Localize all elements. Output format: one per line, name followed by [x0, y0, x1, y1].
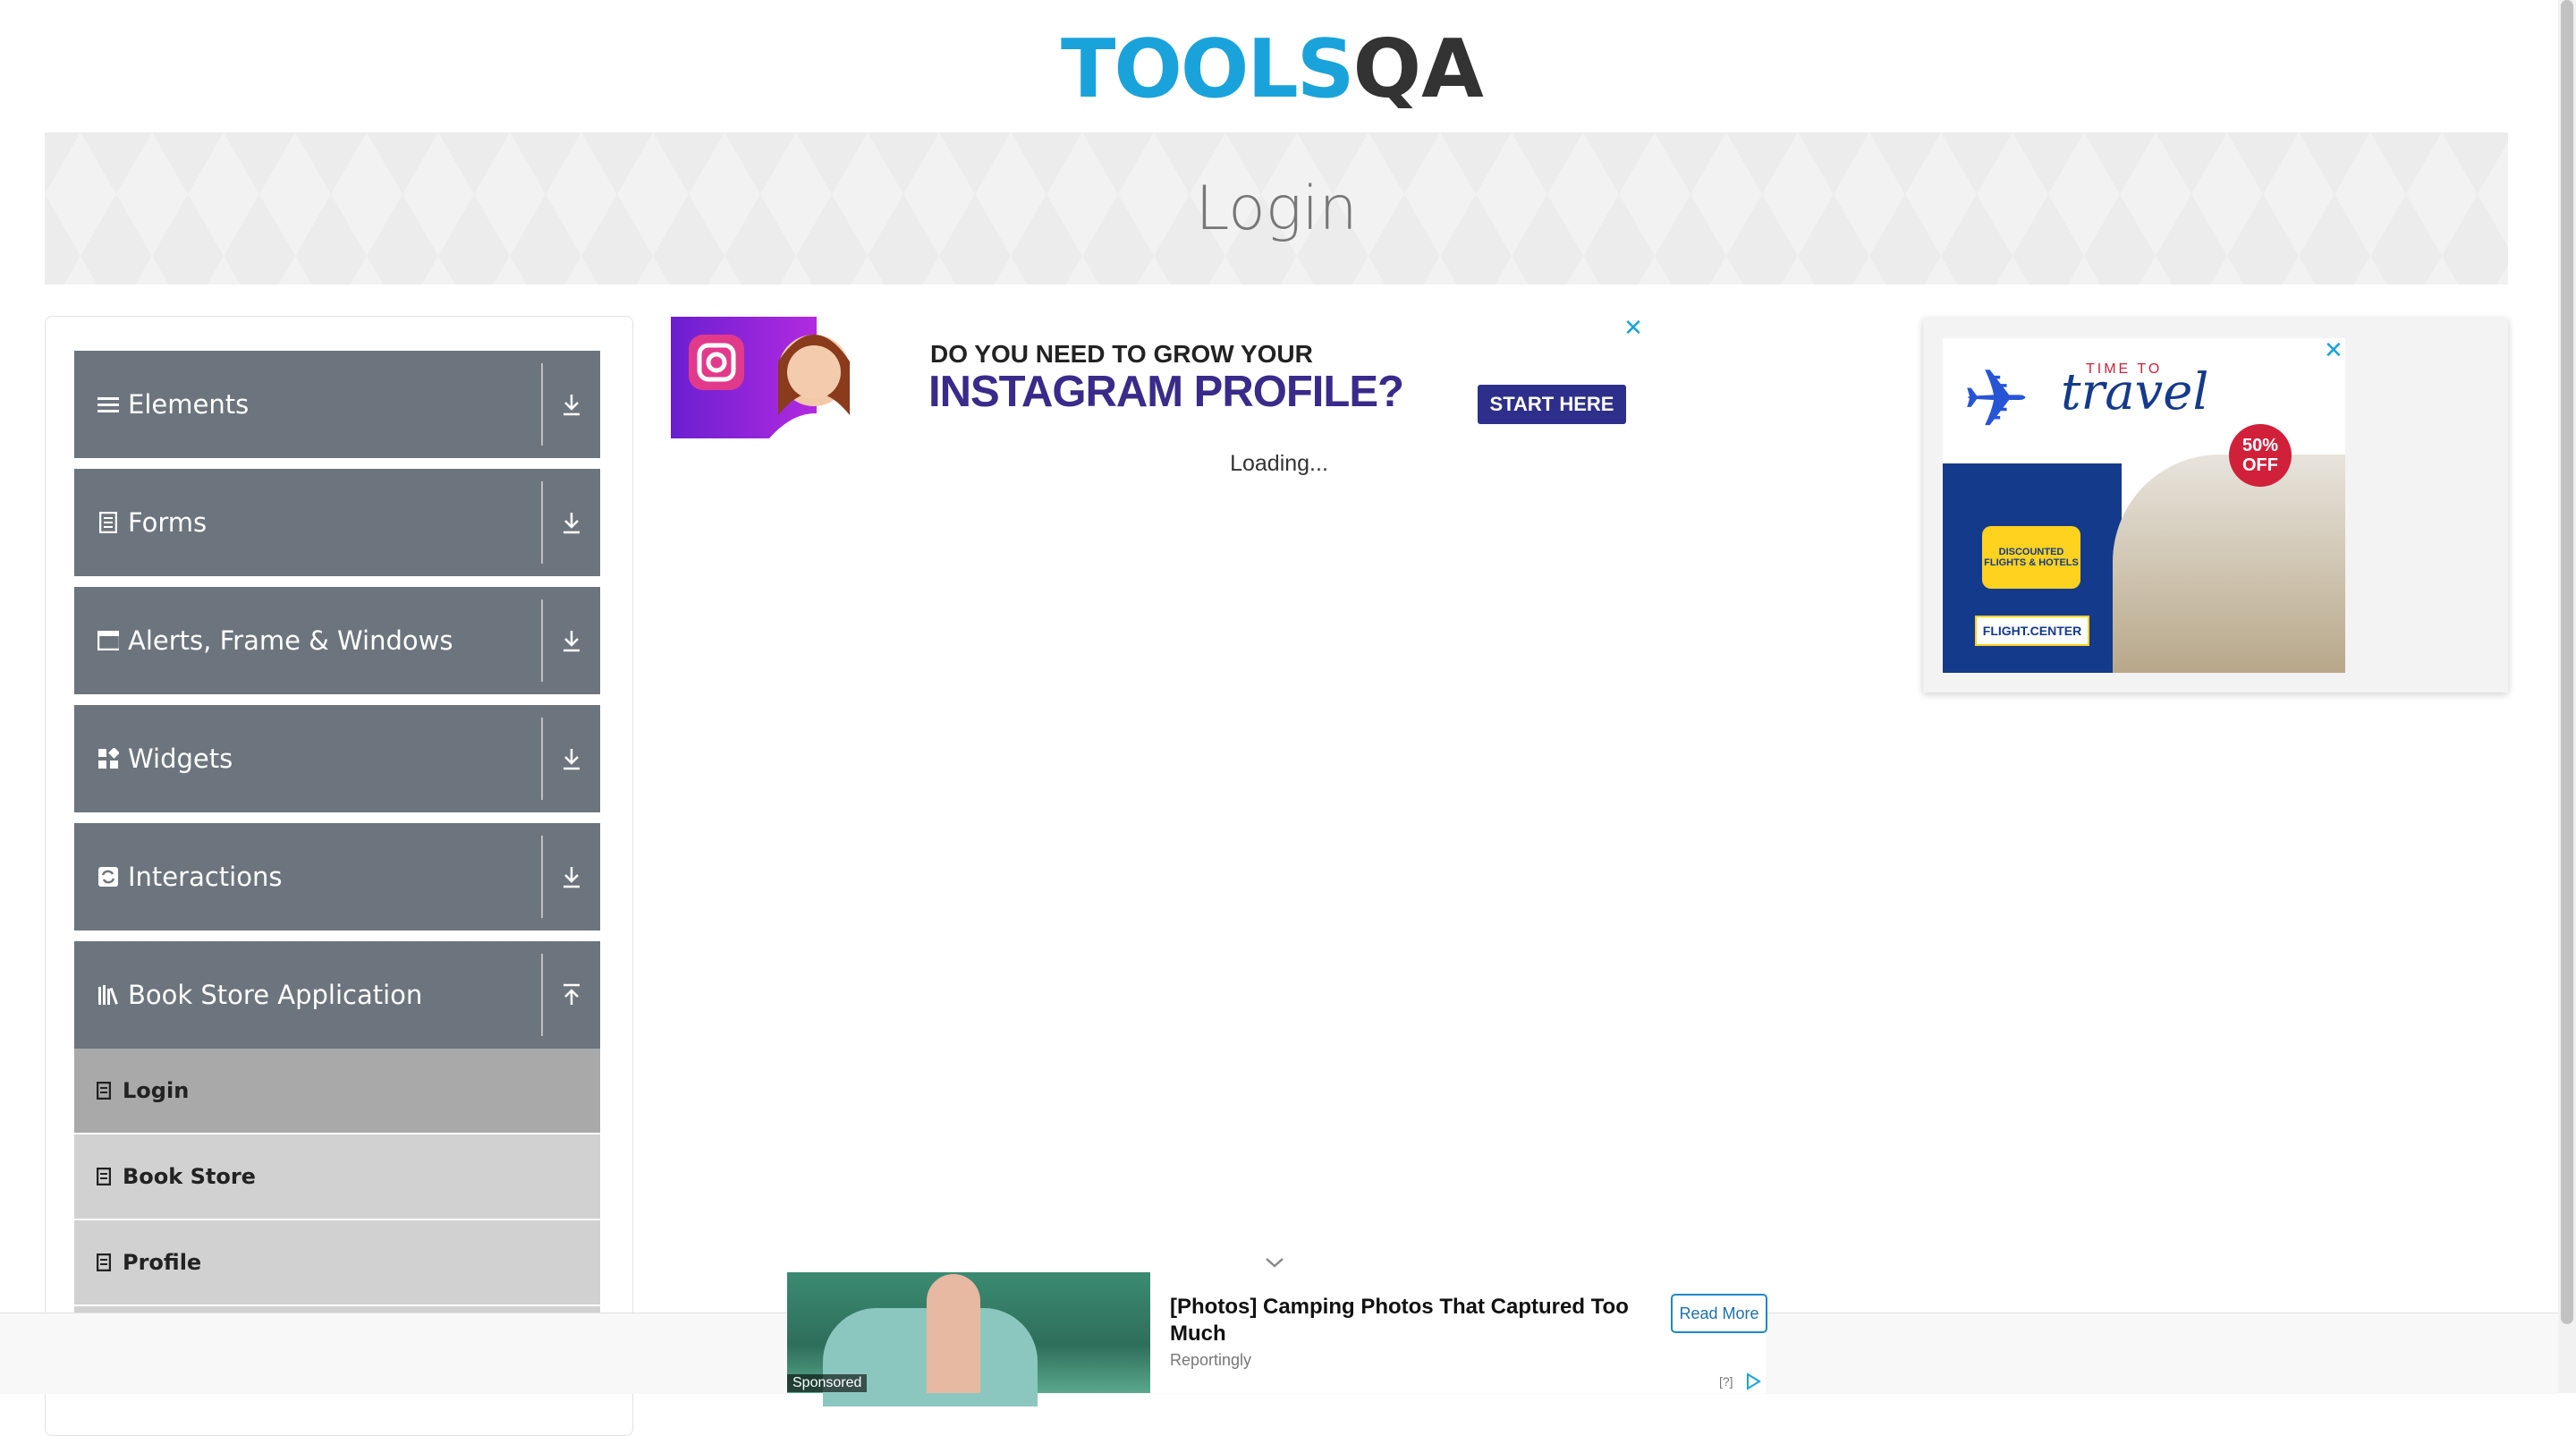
person-shape — [927, 1274, 980, 1393]
discount-badge: 50% OFF — [2229, 424, 2292, 487]
scrollbar-thumb[interactable] — [2561, 0, 2573, 1324]
divider — [541, 481, 543, 564]
ad-card: ✈ TIME TO travel 50% OFF DISCOUNTED FLIG… — [1943, 338, 2345, 673]
vertical-scrollbar[interactable] — [2558, 0, 2576, 1393]
sponsored-ad[interactable]: Sponsored [Photos] Camping Photos That C… — [787, 1272, 1767, 1406]
widgets-icon — [97, 748, 119, 769]
travel-ad[interactable]: ✈ TIME TO travel 50% OFF DISCOUNTED FLIG… — [1923, 319, 2508, 693]
ad-photo — [2113, 455, 2345, 673]
ad-subheadline: INSTAGRAM PROFILE? — [928, 368, 1404, 416]
interactions-icon — [97, 866, 119, 888]
sidebar-group-label: Forms — [128, 507, 208, 538]
divider — [541, 363, 543, 446]
sidebar-item-label: Profile — [123, 1250, 202, 1275]
divider — [541, 599, 543, 682]
sidebar-item-label: Book Store — [123, 1164, 256, 1189]
sidebar-item-label: Login — [123, 1078, 190, 1103]
menu-icon — [97, 394, 119, 415]
ad-headline[interactable]: [Photos] Camping Photos That Captured To… — [1170, 1294, 1635, 1347]
airplane-icon: ✈ — [1962, 355, 2030, 445]
sponsored-label: Sponsored — [787, 1374, 868, 1392]
expand-arrow-icon[interactable] — [555, 861, 588, 893]
sidebar-group-label: Interactions — [128, 862, 283, 892]
divider — [541, 718, 543, 800]
collapse-arrow-icon[interactable] — [555, 979, 588, 1011]
expand-arrow-icon[interactable] — [555, 743, 588, 775]
sidebar-group-label: Book Store Application — [128, 980, 423, 1010]
window-icon — [97, 630, 119, 651]
expand-arrow-icon[interactable] — [555, 388, 588, 421]
ad-image — [671, 317, 914, 438]
sidebar-group-label: Widgets — [128, 743, 233, 774]
sidebar-item-login[interactable]: Login — [74, 1049, 600, 1133]
book-icon — [94, 1081, 114, 1100]
close-icon[interactable]: ✕ — [2324, 336, 2343, 364]
sidebar-group-elements[interactable]: Elements — [74, 351, 600, 458]
toolsqa-logo[interactable]: TOOLS QA — [1061, 20, 1496, 120]
ad-start-here-button[interactable]: START HERE — [1478, 385, 1626, 424]
book-icon — [94, 1253, 114, 1272]
ad-callout: DISCOUNTED FLIGHTS & HOTELS — [1982, 526, 2080, 589]
page-title: Login — [1195, 173, 1358, 244]
sidebar-group-book-store-application[interactable]: Book Store Application — [74, 941, 600, 1049]
books-icon — [97, 984, 119, 1006]
sidebar-group-alerts-frame-windows[interactable]: Alerts, Frame & Windows — [74, 587, 600, 694]
expand-arrow-icon[interactable] — [555, 506, 588, 539]
read-more-button[interactable]: Read More — [1671, 1294, 1767, 1333]
form-icon — [97, 512, 119, 533]
divider — [541, 954, 543, 1036]
sidebar-group-interactions[interactable]: Interactions — [74, 823, 600, 930]
ad-headline: DO YOU NEED TO GROW YOUR — [930, 340, 1313, 368]
ad-source: Reportingly — [1170, 1351, 1252, 1369]
logo-text-tools: TOOLS — [1061, 22, 1355, 116]
sidebar-group-widgets[interactable]: Widgets — [74, 705, 600, 812]
close-icon[interactable]: ✕ — [1623, 316, 1644, 339]
ad-brand: FLIGHT.CENTER — [1975, 616, 2089, 646]
sidebar-item-book-store[interactable]: Book Store — [74, 1134, 600, 1219]
book-icon — [94, 1167, 114, 1186]
sidebar-group-label: Alerts, Frame & Windows — [128, 625, 453, 656]
sidebar: Elements Forms Alerts, Frame & Windows W… — [45, 316, 633, 1436]
loading-text: Loading... — [1230, 451, 1328, 476]
ad-info-link[interactable]: [?] — [1719, 1374, 1733, 1389]
logo-text-qa: QA — [1352, 22, 1484, 116]
sidebar-group-label: Elements — [128, 389, 250, 420]
sidebar-group-forms[interactable]: Forms — [74, 469, 600, 576]
adchoices-icon[interactable] — [1744, 1372, 1762, 1395]
expand-arrow-icon[interactable] — [555, 625, 588, 657]
ad-travel: travel — [2061, 363, 2209, 421]
divider — [541, 836, 543, 918]
page-banner: Login — [45, 132, 2508, 285]
instagram-ad-banner[interactable]: DO YOU NEED TO GROW YOUR INSTAGRAM PROFI… — [671, 316, 1643, 438]
sidebar-item-profile[interactable]: Profile — [74, 1220, 600, 1304]
